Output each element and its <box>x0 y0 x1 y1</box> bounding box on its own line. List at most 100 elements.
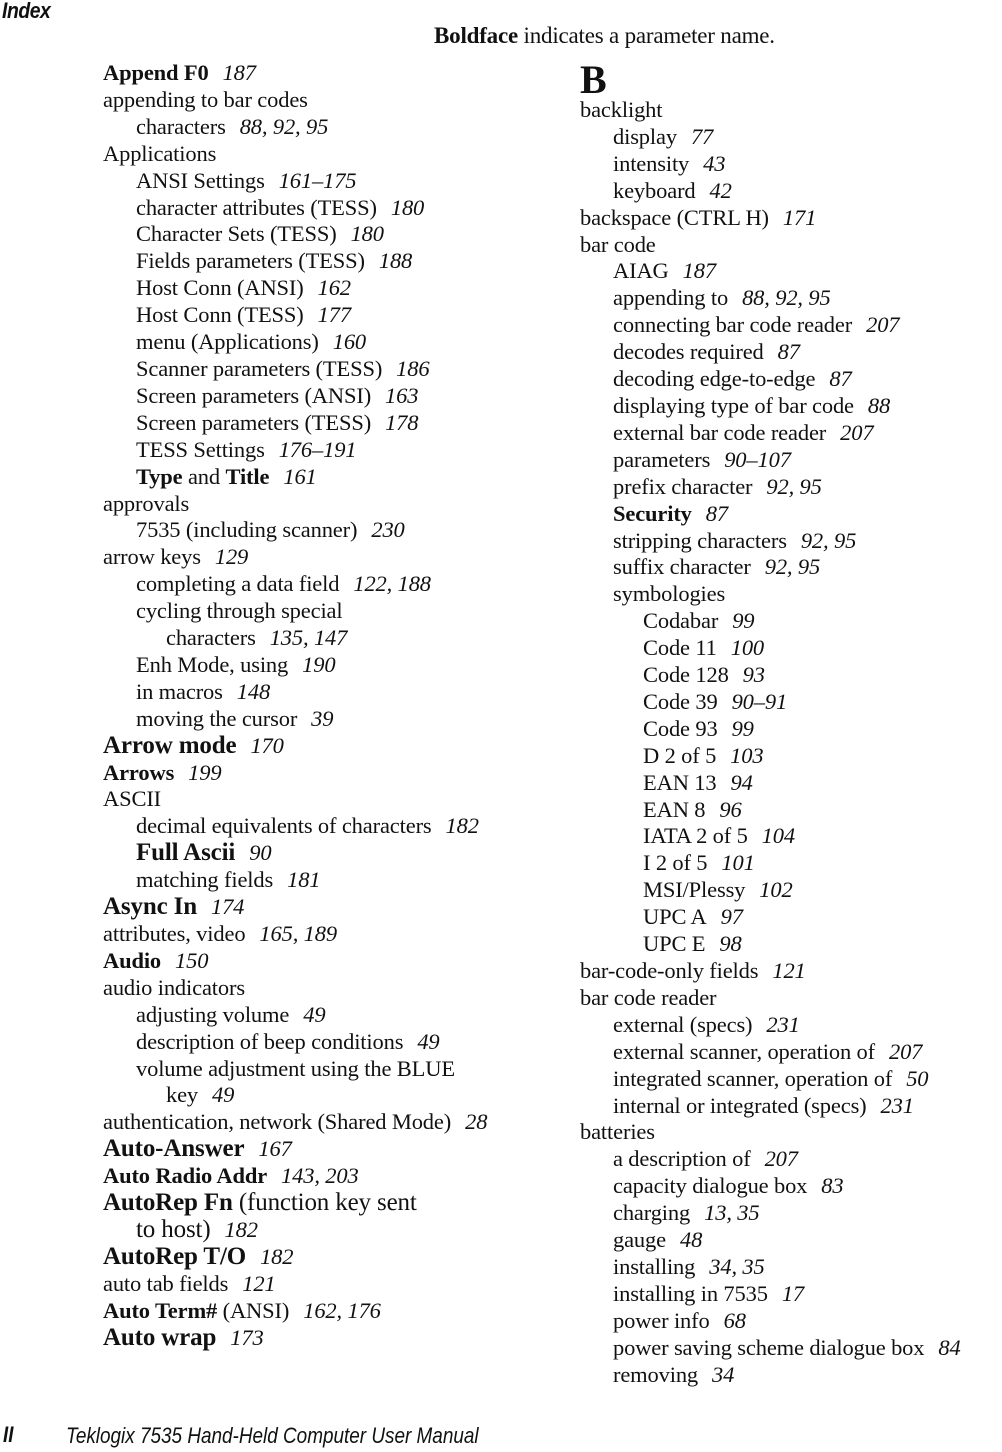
page-reference[interactable]: 148 <box>237 679 270 704</box>
page-reference[interactable]: 99 <box>732 716 754 741</box>
page-reference[interactable]: 88 <box>868 393 890 418</box>
page-reference[interactable]: 90–107 <box>724 447 791 472</box>
page-reference[interactable]: 207 <box>889 1039 922 1064</box>
page-reference[interactable]: 180 <box>391 195 424 220</box>
page-reference[interactable]: 170 <box>250 733 283 758</box>
page-reference[interactable]: 162 <box>318 275 351 300</box>
page-reference[interactable]: 101 <box>721 850 754 875</box>
page-reference[interactable]: 49 <box>417 1029 439 1054</box>
page-reference[interactable]: 48 <box>680 1227 702 1252</box>
page-reference[interactable]: 129 <box>215 544 248 569</box>
page-reference[interactable]: 167 <box>258 1136 291 1161</box>
page-reference[interactable]: 161–175 <box>279 168 357 193</box>
page-reference[interactable]: 165, 189 <box>259 921 337 946</box>
page-reference[interactable]: 87 <box>706 501 728 526</box>
page-reference[interactable]: 92, 95 <box>801 528 857 553</box>
page-reference[interactable]: 171 <box>783 205 816 230</box>
page-reference[interactable]: 13, 35 <box>704 1200 760 1225</box>
page-reference[interactable]: 102 <box>759 877 792 902</box>
page-reference[interactable]: 186 <box>396 356 429 381</box>
page-reference[interactable]: 87 <box>829 366 851 391</box>
page-reference[interactable]: 77 <box>691 124 713 149</box>
page-reference[interactable]: 17 <box>782 1281 804 1306</box>
entry-term: Screen parameters (ANSI) <box>136 382 372 408</box>
page-reference[interactable]: 135, 147 <box>270 625 348 650</box>
page-reference[interactable]: 96 <box>719 797 741 822</box>
page-reference[interactable]: 122, 188 <box>353 571 431 596</box>
page-reference[interactable]: 49 <box>212 1082 234 1107</box>
page-reference[interactable]: 174 <box>211 894 244 919</box>
page-reference[interactable]: 143, 203 <box>281 1163 359 1188</box>
index-entry: Code 128 93 <box>580 662 961 689</box>
page-reference[interactable]: 182 <box>260 1244 293 1269</box>
entry-term: Applications <box>103 140 217 166</box>
page-reference[interactable]: 207 <box>866 312 899 337</box>
page-reference[interactable]: 104 <box>762 823 795 848</box>
page-reference[interactable]: 160 <box>333 329 366 354</box>
page-reference[interactable]: 161 <box>283 464 316 489</box>
page-reference[interactable]: 98 <box>719 931 741 956</box>
page-reference[interactable]: 99 <box>732 608 754 633</box>
page-reference[interactable]: 173 <box>230 1325 263 1350</box>
page-reference[interactable]: 83 <box>821 1173 843 1198</box>
page-reference[interactable]: 231 <box>881 1093 914 1118</box>
page-reference[interactable]: 162, 176 <box>303 1298 381 1323</box>
page-reference[interactable]: 93 <box>743 662 765 687</box>
page-reference[interactable]: 188 <box>379 248 412 273</box>
page-reference[interactable]: 187 <box>683 258 716 283</box>
page-reference[interactable]: 87 <box>778 339 800 364</box>
legend-bold-word: Boldface <box>434 23 518 48</box>
entry-term: AIAG <box>613 258 669 284</box>
page-reference[interactable]: 34, 35 <box>709 1254 765 1279</box>
page-reference[interactable]: 103 <box>730 743 763 768</box>
page-reference[interactable]: 97 <box>721 904 743 929</box>
page-reference[interactable]: 90–91 <box>732 689 788 714</box>
page-reference[interactable]: 163 <box>385 383 418 408</box>
page-reference[interactable]: 90 <box>249 840 271 865</box>
page-reference[interactable]: 42 <box>710 178 732 203</box>
entry-term: to host) <box>136 1215 211 1243</box>
page-reference[interactable]: 231 <box>766 1012 799 1037</box>
page-reference[interactable]: 187 <box>223 60 256 85</box>
entry-term: (ANSI) <box>217 1297 290 1323</box>
page-reference[interactable]: 121 <box>242 1271 275 1296</box>
page-reference[interactable]: 43 <box>703 151 725 176</box>
parameter-name: Audio <box>103 947 162 973</box>
index-entry: TESS Settings 176–191 <box>103 437 487 464</box>
page-reference[interactable]: 207 <box>840 420 873 445</box>
page-reference[interactable]: 150 <box>175 948 208 973</box>
page-reference[interactable]: 34 <box>712 1362 734 1387</box>
page-reference[interactable]: 182 <box>225 1217 258 1242</box>
page-reference[interactable]: 94 <box>730 770 752 795</box>
page-reference[interactable]: 68 <box>724 1308 746 1333</box>
page-reference[interactable]: 39 <box>311 706 333 731</box>
page-reference[interactable]: 181 <box>287 867 320 892</box>
page-reference[interactable]: 92, 95 <box>765 554 821 579</box>
page-reference[interactable]: 100 <box>731 635 764 660</box>
page-reference[interactable]: 182 <box>446 813 479 838</box>
page-reference[interactable]: 207 <box>765 1146 798 1171</box>
index-entry: bar-code-only fields 121 <box>580 958 961 985</box>
page-reference[interactable]: 88, 92, 95 <box>240 114 329 139</box>
index-entry: appending to 88, 92, 95 <box>580 285 961 312</box>
page-reference[interactable]: 176–191 <box>279 437 357 462</box>
entry-term: arrow keys <box>103 544 201 570</box>
entry-term: ANSI Settings <box>136 167 265 193</box>
page-reference[interactable]: 92, 95 <box>766 474 822 499</box>
page-reference[interactable]: 199 <box>188 760 221 785</box>
page-reference[interactable]: 88, 92, 95 <box>742 285 831 310</box>
page-reference[interactable]: 50 <box>906 1066 928 1091</box>
page-reference[interactable]: 190 <box>302 652 335 677</box>
page-reference[interactable]: 121 <box>772 958 805 983</box>
index-entry: EAN 8 96 <box>580 797 961 824</box>
index-entry: integrated scanner, operation of 50 <box>580 1066 961 1093</box>
page-reference[interactable]: 230 <box>371 517 404 542</box>
page-reference[interactable]: 28 <box>465 1109 487 1134</box>
page-reference[interactable]: 180 <box>351 221 384 246</box>
page-reference[interactable]: 84 <box>938 1335 960 1360</box>
page-reference[interactable]: 178 <box>385 410 418 435</box>
page-reference[interactable]: 49 <box>303 1002 325 1027</box>
page-reference[interactable]: 177 <box>318 302 351 327</box>
entry-term: Code 11 <box>643 635 717 661</box>
index-entry: characters 88, 92, 95 <box>103 114 487 141</box>
